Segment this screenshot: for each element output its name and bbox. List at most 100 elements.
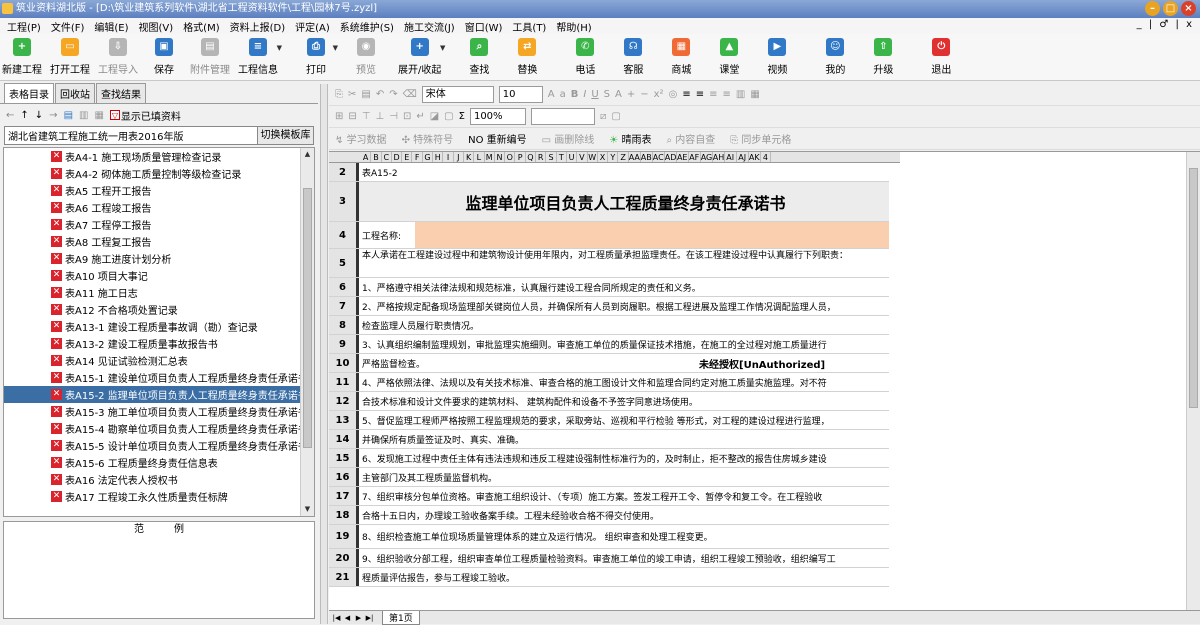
menu-item[interactable]: 系统维护(S) — [335, 19, 399, 34]
row-number[interactable]: 17 — [329, 487, 359, 505]
scroll-up-icon[interactable]: ▲ — [301, 148, 314, 161]
sheet-tool-button[interactable]: ✣ 特殊符号 — [402, 131, 454, 146]
sheet-tool-button[interactable]: ⎘ 同步单元格 — [730, 131, 791, 146]
menu-item[interactable]: 资料上报(D) — [225, 19, 291, 34]
split-icon[interactable]: ⊟ — [348, 111, 356, 122]
toolbar-button[interactable]: ⇩ 工程导入 — [98, 34, 138, 80]
lock-icon[interactable]: ⊡ — [403, 111, 411, 122]
menu-item[interactable]: 工程(P) — [2, 19, 46, 34]
menu-item[interactable]: 窗口(W) — [460, 19, 508, 34]
border-icon[interactable]: ▢ — [444, 111, 453, 122]
clear-icon[interactable]: ⌫ — [403, 89, 417, 100]
row-number[interactable]: 10 — [329, 354, 359, 372]
tree-item[interactable]: ✕ 表A12 不合格项处置记录 — [4, 301, 314, 318]
delete-row-icon[interactable]: ⊣ — [389, 111, 398, 122]
paste-icon[interactable]: ▥ — [79, 110, 88, 121]
tree-item[interactable]: ✕ 表A5 工程开工报告 — [4, 182, 314, 199]
menu-item[interactable]: 格式(M) — [178, 19, 224, 34]
undo-icon[interactable]: ↶ — [376, 89, 384, 100]
menu-item[interactable]: 编辑(E) — [89, 19, 133, 34]
row-number[interactable]: 5 — [329, 249, 359, 277]
scroll-thumb[interactable] — [303, 188, 312, 448]
toolbar-button[interactable]: ⎙ 打印 ▼ — [298, 34, 338, 80]
sheet-cell[interactable]: 9、组织验收分部工程，组织审查单位工程质量检验资料。审查施工单位的竣工申请，组织… — [359, 549, 889, 567]
cut-icon[interactable]: ✂ — [348, 89, 356, 100]
sheet-cell[interactable]: 4、严格依照法律、法规以及有关技术标准、审查合格的施工图设计文件和监理合同约定对… — [359, 373, 889, 391]
arrow-left-icon[interactable]: ← — [6, 110, 14, 121]
toolbar-button[interactable]: ✆ 电话 — [567, 34, 603, 80]
sheet-cell[interactable]: 表A15-2 — [359, 163, 889, 181]
tree-item[interactable]: ✕ 表A8 工程复工报告 — [4, 233, 314, 250]
toolbar-button[interactable]: ▶ 视频 — [759, 34, 795, 80]
zoom-select[interactable]: 100% — [469, 108, 526, 125]
row-number[interactable]: 11 — [329, 373, 359, 391]
toolbar-button[interactable]: ▤ 附件管理 — [190, 34, 230, 80]
tree-item[interactable]: ✕ 表A9 施工进度计划分析 — [4, 250, 314, 267]
sheet-tool-button[interactable]: ⌕ 内容自查 — [666, 131, 715, 146]
toolbar-button[interactable]: ⇧ 升级 — [865, 34, 901, 80]
toolbar-button[interactable]: ☺ 我的 — [817, 34, 853, 80]
toolbar-button[interactable]: ▲ 课堂 — [711, 34, 747, 80]
show-filled-label[interactable]: 显示已填资料 — [121, 108, 181, 123]
row-number[interactable]: 21 — [329, 568, 359, 586]
tree-item[interactable]: ✕ 表A15-6 工程质量终身责任信息表 — [4, 454, 314, 471]
sheet-cell[interactable]: 严格监督检查。 未经授权[UnAuthorized] — [359, 354, 889, 372]
row-number[interactable]: 13 — [329, 411, 359, 429]
left-tab[interactable]: 回收站 — [55, 83, 95, 103]
last-sheet-icon[interactable]: ▶| — [365, 614, 374, 622]
chevron-down-icon[interactable]: ▼ — [333, 44, 338, 52]
toolbar-button[interactable]: + 新建工程 — [2, 34, 42, 80]
row-number[interactable]: 3 — [329, 182, 359, 221]
toolbar-button[interactable]: ▦ 商城 — [663, 34, 699, 80]
row-number[interactable]: 15 — [329, 449, 359, 467]
mdi-controls[interactable]: _ | ♂ | x — [1137, 19, 1194, 30]
arrow-down-icon[interactable]: ↓ — [35, 110, 43, 121]
row-number[interactable]: 14 — [329, 430, 359, 448]
delete-icon[interactable]: ▦ — [94, 110, 103, 121]
sum-icon[interactable]: Σ — [459, 111, 465, 122]
row-number[interactable]: 4 — [329, 222, 359, 248]
sheet-cell[interactable]: 2、严格按规定配备现场监理部关键岗位人员，并确保所有人员到岗履职。根据工程进展及… — [359, 297, 889, 315]
italic-icon[interactable]: I — [583, 89, 586, 100]
toolbar-button[interactable]: ◉ 预览 — [348, 34, 384, 80]
prev-sheet-icon[interactable]: ◀ — [343, 614, 352, 622]
menu-item[interactable]: 工具(T) — [507, 19, 551, 34]
sheet-scroll-thumb[interactable] — [1189, 168, 1198, 408]
align-center-icon[interactable]: ≡ — [696, 89, 704, 100]
tree-item[interactable]: ✕ 表A4-1 施工现场质量管理检查记录 — [4, 148, 314, 165]
tree-item[interactable]: ✕ 表A16 法定代表人授权书 — [4, 471, 314, 488]
tree-item[interactable]: ✕ 表A15-2 监理单位项目负责人工程质量终身责任承诺书 — [4, 386, 314, 403]
superscript-icon[interactable]: x² — [654, 89, 664, 100]
strike-icon[interactable]: S — [604, 89, 610, 100]
tree-item[interactable]: ✕ 表A13-1 建设工程质量事故调（勘）查记录 — [4, 318, 314, 335]
merge-icon[interactable]: ⊞ — [335, 111, 343, 122]
align-right-icon[interactable]: ≡ — [709, 89, 717, 100]
project-name-input[interactable] — [415, 222, 889, 248]
plus-icon[interactable]: + — [627, 89, 635, 100]
insert-col-icon[interactable]: ⊥ — [376, 111, 385, 122]
sheet-cell[interactable]: 工程名称: — [359, 222, 889, 248]
row-number[interactable]: 18 — [329, 506, 359, 524]
sheet-cell[interactable]: 程质量评估报告，参与工程竣工验收。 — [359, 568, 889, 586]
menu-item[interactable]: 文件(F) — [46, 19, 90, 34]
redo-icon[interactable]: ↷ — [389, 89, 397, 100]
row-number[interactable]: 8 — [329, 316, 359, 334]
diagonal-icon[interactable]: ⧄ — [600, 111, 606, 122]
fill-icon[interactable]: ◪ — [430, 111, 439, 122]
row-number[interactable]: 19 — [329, 525, 359, 548]
sheet-cell[interactable]: 8、组织检查施工单位现场质量管理体系的建立及运行情况。 组织审查和处理工程变更。 — [359, 525, 889, 548]
bold-icon[interactable]: B — [571, 89, 579, 100]
tree-item[interactable]: ✕ 表A13-2 建设工程质量事故报告书 — [4, 335, 314, 352]
arrow-up-icon[interactable]: ↑ — [20, 110, 28, 121]
sheet-cell[interactable]: 5、督促监理工程师严格按照工程监理规范的要求，采取旁站、巡视和平行检验 等形式，… — [359, 411, 889, 429]
scroll-down-icon[interactable]: ▼ — [301, 503, 314, 516]
tree-item[interactable]: ✕ 表A17 工程竣工永久性质量责任标牌 — [4, 488, 314, 505]
left-tab[interactable]: 查找结果 — [96, 83, 146, 103]
justify-icon[interactable]: ≡ — [722, 89, 730, 100]
row-number[interactable]: 16 — [329, 468, 359, 486]
tree-item[interactable]: ✕ 表A10 项目大事记 — [4, 267, 314, 284]
font-grow-icon[interactable]: A — [548, 89, 555, 100]
toolbar-button[interactable]: ☊ 客服 — [615, 34, 651, 80]
grid-icon[interactable]: ▦ — [750, 89, 759, 100]
tree-item[interactable]: ✕ 表A4-2 砌体施工质量控制等级检查记录 — [4, 165, 314, 182]
